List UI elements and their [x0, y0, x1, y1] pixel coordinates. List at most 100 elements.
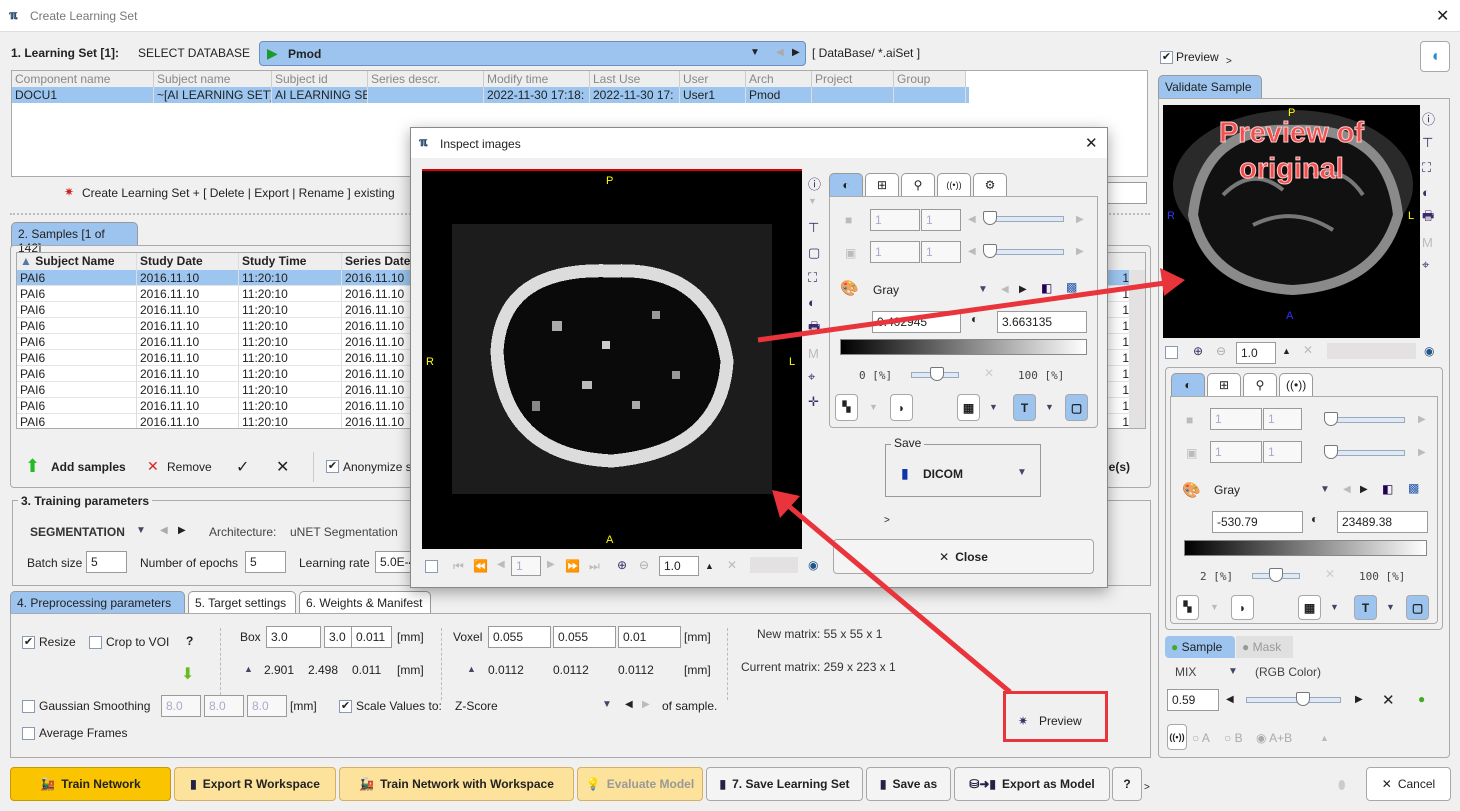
save-as-button[interactable]: ▮ Save as	[866, 767, 951, 801]
mask-button[interactable]: ◗	[1231, 595, 1254, 620]
apply-down-arrow-icon[interactable]: ⬇	[181, 664, 194, 684]
clear-icon[interactable]: ✕	[1382, 691, 1395, 709]
prev-icon[interactable]: ◀	[625, 699, 633, 710]
chevron-down-icon[interactable]: ▼	[1330, 602, 1339, 612]
chevron-down-icon[interactable]: ▼	[750, 47, 760, 58]
tab-layout[interactable]: ⊞	[1207, 373, 1241, 396]
up-arrow-icon[interactable]: ▲	[1320, 733, 1329, 743]
prev-icon[interactable]: ◀	[1226, 694, 1234, 705]
layout-button[interactable]: ▚	[835, 394, 858, 421]
export-r-workspace-button[interactable]: ▮ Export R Workspace	[174, 767, 336, 801]
lut-select[interactable]: Gray	[873, 283, 899, 297]
mask-button[interactable]: ◗	[890, 394, 913, 421]
rewind-icon[interactable]: ⏪	[473, 559, 488, 573]
scale-values-checkbox[interactable]: ✔	[339, 699, 352, 714]
max-value-input[interactable]: 3.663135	[997, 311, 1087, 333]
chevron-down-icon[interactable]: ▼	[1320, 484, 1330, 495]
chevron-down-icon[interactable]: ▼	[602, 699, 612, 710]
min-value-input[interactable]: 0.402945	[872, 311, 961, 333]
chevron-down-icon[interactable]: ▼	[1210, 602, 1219, 612]
tab-settings[interactable]: ⚙	[973, 173, 1007, 196]
prev-icon[interactable]: ◀	[968, 214, 976, 225]
slider-thumb[interactable]	[983, 244, 997, 258]
m-icon[interactable]: M	[1422, 235, 1433, 250]
column-header[interactable]: Subject name	[154, 71, 272, 87]
contrast-preset-icon[interactable]: ◐	[1311, 512, 1318, 526]
tab-target-settings[interactable]: 5. Target settings	[188, 591, 296, 614]
image-view[interactable]: P A R L	[422, 169, 802, 549]
tab-color[interactable]: ◐	[829, 173, 863, 196]
column-header[interactable]: User	[680, 71, 746, 87]
train-network-button[interactable]: 🚂 Train Network	[10, 767, 171, 801]
stack-icon[interactable]: ⊤	[808, 220, 819, 236]
voxel-x-input[interactable]: 0.055	[488, 626, 551, 648]
slice-input[interactable]: 1	[870, 241, 920, 263]
target-icon[interactable]: ⌖	[808, 369, 815, 385]
prev-icon[interactable]: ◀	[160, 525, 168, 536]
more-toggle[interactable]: >	[1144, 782, 1150, 793]
next-icon[interactable]: ▶	[1076, 214, 1084, 225]
remove-button[interactable]: Remove	[167, 460, 212, 474]
mode-select[interactable]: SEGMENTATION	[30, 525, 125, 539]
gaussian-x-input[interactable]: 8.0	[161, 695, 201, 717]
column-header[interactable]: Subject id	[272, 71, 368, 87]
camera-icon[interactable]: ◉	[808, 558, 818, 572]
fit-icon[interactable]: ⛶	[808, 270, 817, 286]
column-header[interactable]: Group	[894, 71, 966, 87]
tab-tools[interactable]: ⚲	[901, 173, 935, 196]
help-button[interactable]: ?	[1112, 767, 1142, 801]
up-arrow-icon[interactable]: ▲	[467, 664, 476, 674]
add-samples-button[interactable]: Add samples	[51, 460, 126, 474]
resize-checkbox[interactable]: ✔	[22, 635, 35, 650]
prev-icon[interactable]: ◀	[1001, 284, 1009, 295]
col-subject-name[interactable]: ▲ Subject Name	[17, 253, 137, 270]
slice-input-2[interactable]: 1	[921, 241, 961, 263]
column-header[interactable]: Component name	[12, 71, 154, 87]
frame-number-input[interactable]: 1	[511, 556, 541, 576]
max-value-input[interactable]: 23489.38	[1337, 511, 1428, 533]
invert-icon[interactable]: ◧	[1382, 482, 1393, 496]
column-header[interactable]: Last Use	[590, 71, 680, 87]
tab-mask[interactable]: ● Mask	[1236, 636, 1293, 658]
prev-icon[interactable]: ◀	[1343, 484, 1351, 495]
cancel-button[interactable]: ✕ Cancel	[1366, 767, 1451, 801]
scale-method-select[interactable]: Z-Score	[455, 699, 498, 713]
contrast-icon[interactable]: ◐	[1422, 185, 1430, 200]
fast-forward-icon[interactable]: ⏩	[565, 559, 580, 573]
reset-icon[interactable]: ✕	[984, 366, 994, 380]
chevron-down-icon[interactable]: ▼	[978, 284, 988, 295]
vertical-scrollbar[interactable]	[1129, 270, 1145, 428]
slider-thumb[interactable]	[1324, 412, 1338, 426]
tab-preprocessing[interactable]: 4. Preprocessing parameters	[10, 591, 185, 614]
evaluate-model-button[interactable]: 💡 Evaluate Model	[577, 767, 703, 801]
frame-slider[interactable]	[1324, 412, 1405, 426]
export-model-button[interactable]: ⛁➜▮ Export as Model	[954, 767, 1110, 801]
save-format-select[interactable]: DICOM	[923, 467, 963, 481]
tab-weights-manifest[interactable]: 6. Weights & Manifest	[299, 591, 431, 614]
gaussian-y-input[interactable]: 8.0	[204, 695, 244, 717]
last-frame-icon[interactable]: ⏭	[589, 559, 600, 574]
close-dialog-icon[interactable]: ✕	[1085, 134, 1098, 152]
slice-input-2[interactable]: 1	[1263, 441, 1302, 463]
rounded-square-icon[interactable]: ▢	[808, 245, 820, 261]
preview-checkbox[interactable]: ✔	[1160, 50, 1173, 65]
text-overlay-button[interactable]: T	[1354, 595, 1377, 620]
layout-button[interactable]: ▚	[1176, 595, 1199, 620]
info-icon[interactable]: ⓘ	[1422, 109, 1435, 128]
anonymize-checkbox[interactable]: ✔	[326, 459, 339, 474]
preview-more[interactable]: >	[1226, 56, 1232, 67]
chevron-down-icon[interactable]: ▼	[989, 402, 998, 412]
save-learning-set-button[interactable]: ▮ 7. Save Learning Set	[706, 767, 863, 801]
next-icon[interactable]: ▶	[792, 47, 800, 58]
frame-toggle-button[interactable]: ▢	[1406, 595, 1429, 620]
reset-icon[interactable]: ✕	[727, 558, 737, 572]
clear-icon[interactable]: ✕	[276, 457, 289, 477]
tab-sample[interactable]: ● Sample	[1165, 636, 1235, 658]
print-icon[interactable]: 🖶	[1422, 207, 1434, 229]
frame-input[interactable]: 1	[870, 209, 920, 231]
batch-size-input[interactable]: 5	[86, 551, 127, 573]
chevron-down-icon[interactable]: ▼	[808, 196, 817, 206]
zoom-in-icon[interactable]: ⊕	[1193, 344, 1203, 358]
create-learning-set-link[interactable]: Create Learning Set + [ Delete | Export …	[82, 186, 395, 200]
chevron-down-icon[interactable]: ▼	[136, 525, 146, 536]
